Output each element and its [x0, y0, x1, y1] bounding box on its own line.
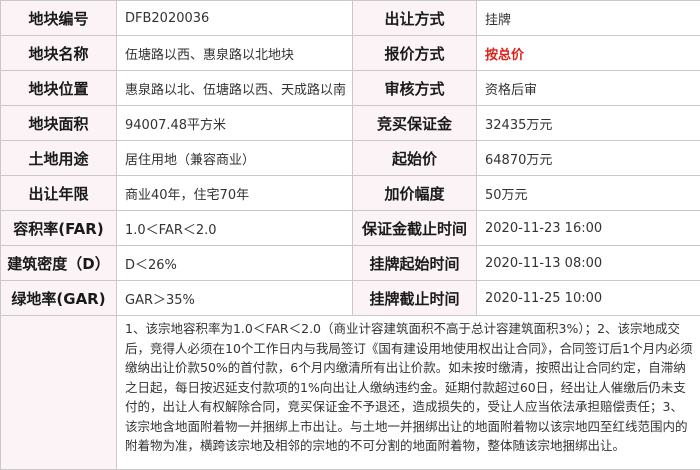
value-transfer-method: 挂牌 [477, 1, 700, 36]
label-parcel-area: 地块面积 [1, 106, 117, 141]
value-green-ratio: GAR＞35% [117, 281, 353, 316]
label-review-method: 审核方式 [353, 71, 477, 106]
value-deposit-deadline: 2020-11-23 16:00 [477, 211, 700, 246]
label-deposit-deadline: 保证金截止时间 [353, 211, 477, 246]
label-starting-price: 起始价 [353, 141, 477, 176]
value-building-density: D＜26% [117, 246, 353, 281]
label-listing-end: 挂牌截止时间 [353, 281, 477, 316]
label-transfer-term: 出让年限 [1, 176, 117, 211]
label-bid-deposit: 竞买保证金 [353, 106, 477, 141]
table-row: 出让年限 商业40年，住宅70年 加价幅度 50万元 [1, 176, 700, 211]
label-building-density: 建筑密度（D） [1, 246, 117, 281]
label-far: 容积率(FAR) [1, 211, 117, 246]
remarks-text: 1、该宗地容积率为1.0＜FAR＜2.0（商业计容建筑面积不高于总计容建筑面积3… [117, 316, 700, 470]
value-quote-method: 按总价 [477, 36, 700, 71]
value-starting-price: 64870万元 [477, 141, 700, 176]
value-listing-end: 2020-11-25 10:00 [477, 281, 700, 316]
table-row: 地块面积 94007.48平方米 竞买保证金 32435万元 [1, 106, 700, 141]
table-row: 绿地率(GAR) GAR＞35% 挂牌截止时间 2020-11-25 10:00 [1, 281, 700, 316]
table-row: 地块名称 伍塘路以西、惠泉路以北地块 报价方式 按总价 [1, 36, 700, 71]
value-parcel-location: 惠泉路以北、伍塘路以西、天成路以南 [117, 71, 353, 106]
table-row: 地块编号 DFB2020036 出让方式 挂牌 [1, 1, 700, 36]
label-quote-method: 报价方式 [353, 36, 477, 71]
value-parcel-name: 伍塘路以西、惠泉路以北地块 [117, 36, 353, 71]
label-land-use: 土地用途 [1, 141, 117, 176]
remarks-row: 1、该宗地容积率为1.0＜FAR＜2.0（商业计容建筑面积不高于总计容建筑面积3… [1, 316, 700, 470]
land-parcel-info-table: 地块编号 DFB2020036 出让方式 挂牌 地块名称 伍塘路以西、惠泉路以北… [0, 0, 700, 470]
value-transfer-term: 商业40年，住宅70年 [117, 176, 353, 211]
table-row: 土地用途 居住用地（兼容商业） 起始价 64870万元 [1, 141, 700, 176]
label-parcel-number: 地块编号 [1, 1, 117, 36]
label-transfer-method: 出让方式 [353, 1, 477, 36]
value-bid-deposit: 32435万元 [477, 106, 700, 141]
label-green-ratio: 绿地率(GAR) [1, 281, 117, 316]
value-review-method: 资格后审 [477, 71, 700, 106]
table-row: 地块位置 惠泉路以北、伍塘路以西、天成路以南 审核方式 资格后审 [1, 71, 700, 106]
remarks-label-cell [1, 316, 117, 470]
value-bid-increment: 50万元 [477, 176, 700, 211]
value-parcel-number: DFB2020036 [117, 1, 353, 36]
value-parcel-area: 94007.48平方米 [117, 106, 353, 141]
label-bid-increment: 加价幅度 [353, 176, 477, 211]
label-parcel-name: 地块名称 [1, 36, 117, 71]
label-listing-start: 挂牌起始时间 [353, 246, 477, 281]
value-far: 1.0＜FAR＜2.0 [117, 211, 353, 246]
table-row: 建筑密度（D） D＜26% 挂牌起始时间 2020-11-13 08:00 [1, 246, 700, 281]
value-listing-start: 2020-11-13 08:00 [477, 246, 700, 281]
value-land-use: 居住用地（兼容商业） [117, 141, 353, 176]
table-row: 容积率(FAR) 1.0＜FAR＜2.0 保证金截止时间 2020-11-23 … [1, 211, 700, 246]
label-parcel-location: 地块位置 [1, 71, 117, 106]
